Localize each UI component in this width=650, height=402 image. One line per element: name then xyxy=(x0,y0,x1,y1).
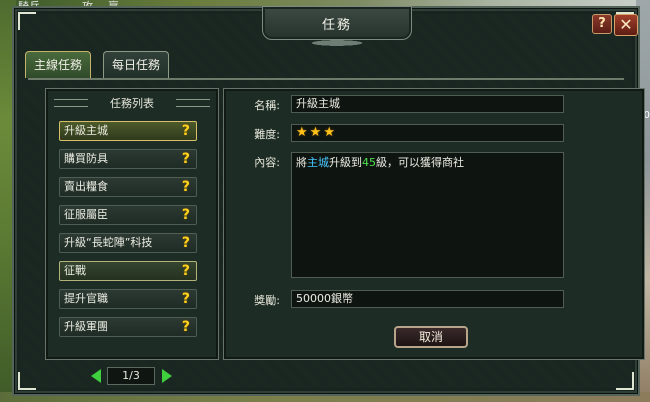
reward-label: 獎勵: xyxy=(254,294,280,307)
quest-item-campaign[interactable]: 征戰 ? xyxy=(59,261,197,281)
header-ornament xyxy=(176,99,210,107)
star-icon: ★ xyxy=(323,125,335,140)
corner-ornament xyxy=(18,12,36,30)
cancel-button[interactable]: 取消 xyxy=(394,326,468,348)
quest-window: 任務 ? ✕ 主線任務 每日任務 任務列表 升級主城 ? 購買防具 ? 賣出糧食… xyxy=(12,6,645,396)
window-title: 任務 xyxy=(321,18,352,33)
help-icon[interactable]: ? xyxy=(592,14,612,34)
content-highlight-city: 主城 xyxy=(307,156,329,169)
name-label: 名稱: xyxy=(254,99,280,112)
quest-item-conquer-vassal[interactable]: 征服屬臣 ? xyxy=(59,205,197,225)
quest-item-label: 升級“長蛇陣”科技 xyxy=(64,236,153,249)
tab-main-quests[interactable]: 主線任務 xyxy=(25,51,92,78)
question-mark-icon: ? xyxy=(181,179,190,195)
quest-item-upgrade-main-city[interactable]: 升級主城 ? xyxy=(59,121,197,141)
question-mark-icon: ? xyxy=(181,235,190,251)
star-icon: ★ xyxy=(309,125,322,140)
quest-item-label: 升級軍團 xyxy=(64,320,108,333)
quest-item-sell-grain[interactable]: 賣出糧食 ? xyxy=(59,177,197,197)
star-icon: ★ xyxy=(296,125,308,140)
question-mark-icon: ? xyxy=(181,319,190,335)
quest-item-label: 升級主城 xyxy=(64,124,108,137)
content-highlight-level: 45 xyxy=(362,156,376,169)
window-title-plate: 任務 xyxy=(262,6,412,48)
page-prev-arrow-icon[interactable] xyxy=(91,369,101,383)
question-mark-icon: ? xyxy=(181,123,190,139)
quest-item-buy-armor[interactable]: 購買防具 ? xyxy=(59,149,197,169)
quest-item-promote-rank[interactable]: 提升官職 ? xyxy=(59,289,197,309)
close-icon[interactable]: ✕ xyxy=(614,14,638,36)
quest-content-box: 將主城升級到45級，可以獲得商社 xyxy=(291,152,564,278)
question-mark-icon: ? xyxy=(181,151,190,167)
quest-item-upgrade-legion[interactable]: 升級軍團 ? xyxy=(59,317,197,337)
tab-divider xyxy=(28,78,624,80)
tab-daily-quests[interactable]: 每日任務 xyxy=(103,51,170,78)
quest-item-label: 征服屬臣 xyxy=(64,208,108,221)
difficulty-label: 難度: xyxy=(254,128,280,141)
question-mark-icon: ? xyxy=(181,207,190,223)
content-text-prefix: 將 xyxy=(296,156,307,169)
page-next-arrow-icon[interactable] xyxy=(162,369,172,383)
page-indicator: 1/3 xyxy=(107,367,155,385)
corner-ornament xyxy=(18,372,36,390)
quest-item-label: 征戰 xyxy=(64,264,86,277)
quest-name-field: 升級主城 xyxy=(291,95,564,113)
content-label: 內容: xyxy=(254,156,280,169)
content-text-middle: 升級到 xyxy=(329,156,362,169)
question-mark-icon: ? xyxy=(181,291,190,307)
difficulty-rating: ★ ★ ★ xyxy=(291,124,564,142)
content-text-suffix: 級，可以獲得商社 xyxy=(376,156,464,169)
corner-ornament xyxy=(616,372,634,390)
quest-item-label: 提升官職 xyxy=(64,292,108,305)
question-mark-icon: ? xyxy=(181,263,190,279)
quest-item-label: 購買防具 xyxy=(64,152,108,165)
quest-item-upgrade-tech[interactable]: 升級“長蛇陣”科技 ? xyxy=(59,233,197,253)
quest-item-label: 賣出糧食 xyxy=(64,180,108,193)
reward-field: 50000銀幣 xyxy=(291,290,564,308)
quest-list-panel: 任務列表 升級主城 ? 購買防具 ? 賣出糧食 ? 征服屬臣 ? 升級“長蛇陣”… xyxy=(45,88,219,360)
